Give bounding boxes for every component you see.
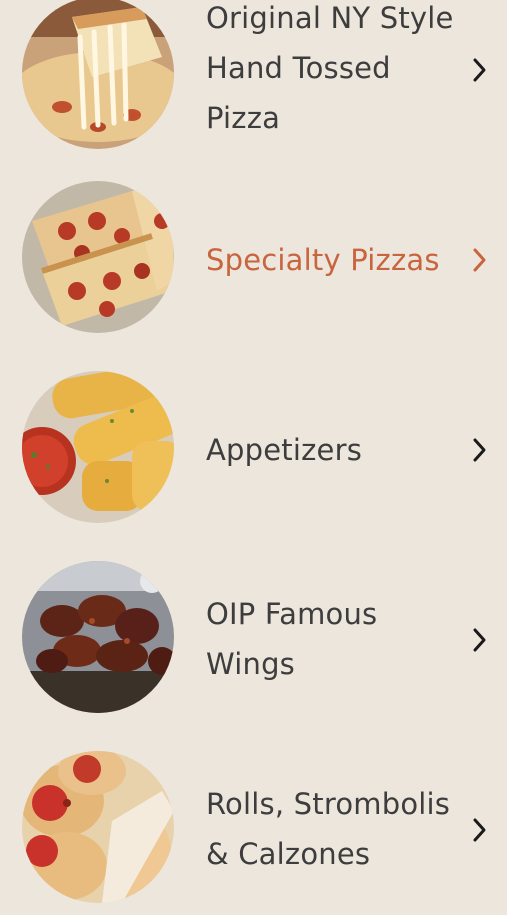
breadsticks-marinara-photo: [22, 371, 174, 523]
chevron-right-icon: [471, 437, 489, 463]
category-row-specialty-pizzas[interactable]: Specialty Pizzas: [0, 175, 507, 345]
chevron-right-icon: [471, 817, 489, 843]
category-label: Original NY Style Hand Tossed Pizza: [206, 1, 454, 135]
category-row-oip-famous-wings[interactable]: OIP Famous Wings: [0, 555, 507, 725]
category-row-appetizers[interactable]: Appetizers: [0, 365, 507, 535]
pepperoni-rolls-photo: [22, 751, 174, 903]
category-label: OIP Famous Wings: [206, 597, 378, 681]
chevron-right-icon: [471, 627, 489, 653]
category-row-rolls-strombolis-calzones[interactable]: Rolls, Strombolis & Calzones: [0, 745, 507, 915]
cheese-pizza-slice-photo: [22, 0, 174, 149]
category-row-original-ny-style[interactable]: Original NY Style Hand Tossed Pizza: [0, 0, 507, 160]
chevron-right-icon: [471, 247, 489, 273]
pepperoni-pizza-slices-photo: [22, 181, 174, 333]
bbq-wings-photo: [22, 561, 174, 713]
chevron-right-icon: [471, 57, 489, 83]
category-label: Rolls, Strombolis & Calzones: [206, 787, 451, 871]
category-label: Appetizers: [206, 433, 363, 467]
category-menu-list: Original NY Style Hand Tossed Pizza Spec…: [0, 0, 507, 903]
category-label: Specialty Pizzas: [206, 243, 440, 277]
